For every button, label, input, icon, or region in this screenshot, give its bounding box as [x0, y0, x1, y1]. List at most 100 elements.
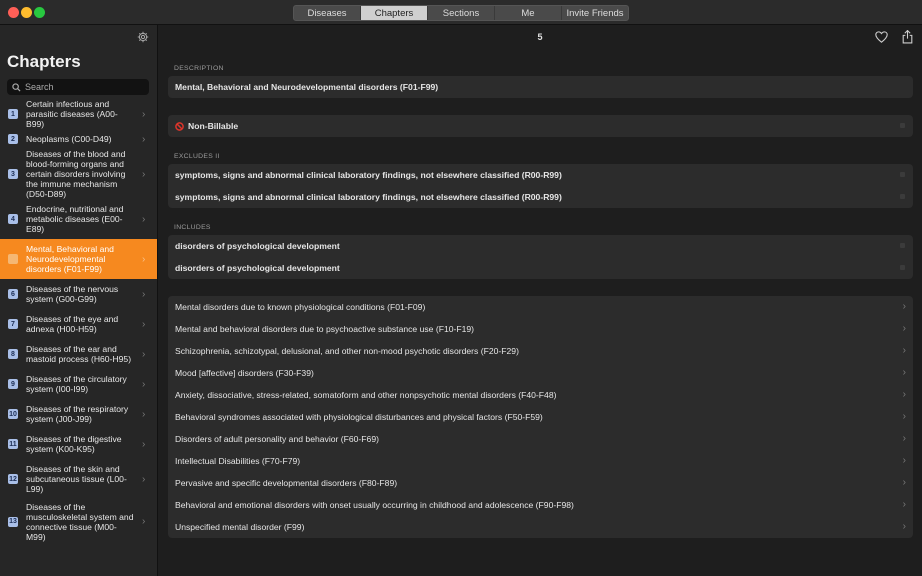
chevron-right-icon: › [142, 318, 146, 330]
gear-icon[interactable] [137, 31, 149, 43]
section-row-f99[interactable]: Unspecified mental disorder (F99) › [168, 516, 913, 538]
chapter-number-badge: 3 [8, 169, 18, 179]
chapter-item-7[interactable]: 7 Diseases of the eye and adnexa (H00-H5… [0, 309, 157, 339]
section-row-f80-f89[interactable]: Pervasive and specific developmental dis… [168, 472, 913, 494]
includes-item[interactable]: disorders of psychological development [168, 257, 913, 279]
section-row-f70-f79[interactable]: Intellectual Disabilities (F70-F79) › [168, 450, 913, 472]
excludes-item[interactable]: symptoms, signs and abnormal clinical la… [168, 186, 913, 208]
chapter-label: Neoplasms (C00-D49) [26, 134, 112, 144]
section-row-f30-f39[interactable]: Mood [affective] disorders (F30-F39) › [168, 362, 913, 384]
chapter-item-11[interactable]: 11 Diseases of the digestive system (K00… [0, 429, 157, 459]
sidebar-title: Chapters [7, 52, 81, 71]
section-row-f90-f98[interactable]: Behavioral and emotional disorders with … [168, 494, 913, 516]
sections-card: Mental disorders due to known physiologi… [168, 296, 913, 538]
tab-invite-friends[interactable]: Invite Friends [562, 6, 628, 20]
no-entry-icon [175, 121, 184, 131]
chapter-item-12[interactable]: 12 Diseases of the skin and subcutaneous… [0, 459, 157, 499]
chapter-number-badge: 13 [8, 516, 18, 527]
tab-chapters[interactable]: Chapters [361, 6, 428, 20]
section-row-f60-f69[interactable]: Disorders of adult personality and behav… [168, 428, 913, 450]
section-label: Pervasive and specific developmental dis… [175, 478, 398, 488]
chevron-right-icon: › [902, 433, 906, 444]
chapter-label: Diseases of the circulatory system (I00-… [26, 374, 127, 394]
tab-me[interactable]: Me [495, 6, 562, 20]
excludes-text: symptoms, signs and abnormal clinical la… [175, 192, 562, 202]
search-box[interactable] [7, 79, 149, 95]
section-row-f40-f48[interactable]: Anxiety, dissociative, stress-related, s… [168, 384, 913, 406]
detail-pane: 5 DESCRIPTION Mental, Behavioral and Neu… [158, 25, 922, 576]
chevron-right-icon: › [142, 408, 146, 420]
chapter-number-badge: 10 [8, 409, 18, 419]
sidebar: Chapters 1 Certain infectious and parasi… [0, 25, 158, 576]
section-row-f20-f29[interactable]: Schizophrenia, schizotypal, delusional, … [168, 340, 913, 362]
chapter-item-13[interactable]: 13 Diseases of the musculoskeletal syste… [0, 499, 157, 544]
chapter-item-2[interactable]: 2 Neoplasms (C00-D49) › [0, 129, 157, 149]
chapter-label: Diseases of the musculoskeletal system a… [26, 501, 134, 542]
share-icon[interactable] [902, 30, 913, 44]
section-label: Schizophrenia, schizotypal, delusional, … [175, 346, 519, 356]
section-label: Mental and behavioral disorders due to p… [175, 324, 475, 334]
chapter-label: Endocrine, nutritional and metabolic dis… [26, 204, 124, 234]
chapter-item-3[interactable]: 3 Diseases of the blood and blood-formin… [0, 149, 157, 199]
row-marker [900, 265, 905, 270]
chevron-right-icon: › [902, 455, 906, 466]
row-marker [900, 172, 905, 177]
excludes-card: symptoms, signs and abnormal clinical la… [168, 164, 913, 208]
section-label: Intellectual Disabilities (F70-F79) [175, 456, 301, 466]
billable-status: Non-Billable [188, 121, 239, 131]
chevron-right-icon: › [902, 499, 906, 510]
chapter-item-5[interactable]: 5 Mental, Behavioral and Neurodevelopmen… [0, 239, 157, 279]
chapter-number-badge: 4 [8, 214, 18, 224]
chevron-right-icon: › [142, 133, 146, 145]
row-marker [900, 243, 905, 248]
section-label: Mental disorders due to known physiologi… [175, 302, 426, 312]
chevron-right-icon: › [902, 301, 906, 312]
section-label: Disorders of adult personality and behav… [175, 434, 379, 444]
chapter-list: 1 Certain infectious and parasitic disea… [0, 99, 157, 544]
section-label: Anxiety, dissociative, stress-related, s… [175, 390, 557, 400]
search-input[interactable] [25, 82, 143, 92]
chapter-item-6[interactable]: 6 Diseases of the nervous system (G00-G9… [0, 279, 157, 309]
section-row-f10-f19[interactable]: Mental and behavioral disorders due to p… [168, 318, 913, 340]
includes-card: disorders of psychological development d… [168, 235, 913, 279]
row-marker [900, 123, 905, 128]
chapter-label: Mental, Behavioral and Neurodevelopmenta… [26, 244, 114, 274]
close-window-button[interactable] [8, 7, 19, 18]
excludes-item[interactable]: symptoms, signs and abnormal clinical la… [168, 164, 913, 186]
chevron-right-icon: › [142, 168, 146, 180]
chapter-label: Diseases of the skin and subcutaneous ti… [26, 464, 127, 494]
heart-icon[interactable] [875, 31, 888, 43]
excludes-text: symptoms, signs and abnormal clinical la… [175, 170, 562, 180]
section-label: Mood [affective] disorders (F30-F39) [175, 368, 314, 378]
section-label: Unspecified mental disorder (F99) [175, 522, 305, 532]
chapter-item-8[interactable]: 8 Diseases of the ear and mastoid proces… [0, 339, 157, 369]
chapter-label: Diseases of the eye and adnexa (H00-H59) [26, 314, 119, 334]
main-tab-bar: Diseases Chapters Sections Me Invite Fri… [293, 5, 629, 21]
chapter-number-badge: 11 [8, 439, 18, 449]
chapter-label: Certain infectious and parasitic disease… [26, 99, 118, 129]
chevron-right-icon: › [142, 473, 146, 485]
chevron-right-icon: › [902, 477, 906, 488]
section-row-f01-f09[interactable]: Mental disorders due to known physiologi… [168, 296, 913, 318]
chapter-item-4[interactable]: 4 Endocrine, nutritional and metabolic d… [0, 199, 157, 239]
chapter-number-badge: 6 [8, 289, 18, 299]
chapter-item-9[interactable]: 9 Diseases of the circulatory system (I0… [0, 369, 157, 399]
chevron-right-icon: › [142, 288, 146, 300]
section-row-f50-f59[interactable]: Behavioral syndromes associated with phy… [168, 406, 913, 428]
chapter-item-1[interactable]: 1 Certain infectious and parasitic disea… [0, 99, 157, 129]
tab-diseases[interactable]: Diseases [294, 6, 361, 20]
row-marker [900, 194, 905, 199]
minimize-window-button[interactable] [21, 7, 32, 18]
excludes-label: EXCLUDES II [174, 153, 220, 160]
chevron-right-icon: › [902, 323, 906, 334]
zoom-window-button[interactable] [34, 7, 45, 18]
chapter-number-badge: 12 [8, 474, 18, 484]
chevron-right-icon: › [902, 367, 906, 378]
search-icon [12, 82, 21, 92]
includes-item[interactable]: disorders of psychological development [168, 235, 913, 257]
chapter-item-10[interactable]: 10 Diseases of the respiratory system (J… [0, 399, 157, 429]
chapter-number-title: 5 [537, 32, 543, 42]
chapter-label: Diseases of the blood and blood-forming … [26, 149, 126, 199]
chapter-number-badge: 8 [8, 349, 18, 359]
tab-sections[interactable]: Sections [428, 6, 495, 20]
